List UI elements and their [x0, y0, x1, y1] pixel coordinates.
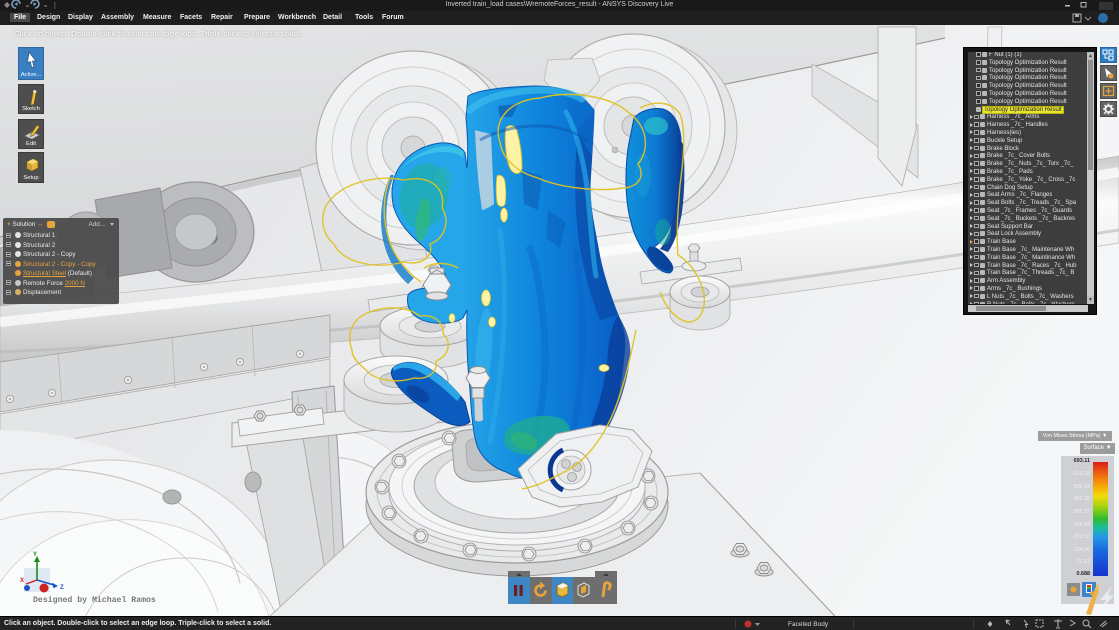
svg-text:X: X — [20, 578, 24, 584]
svg-text:Z: Z — [60, 585, 64, 591]
svg-text:Y: Y — [33, 552, 37, 558]
